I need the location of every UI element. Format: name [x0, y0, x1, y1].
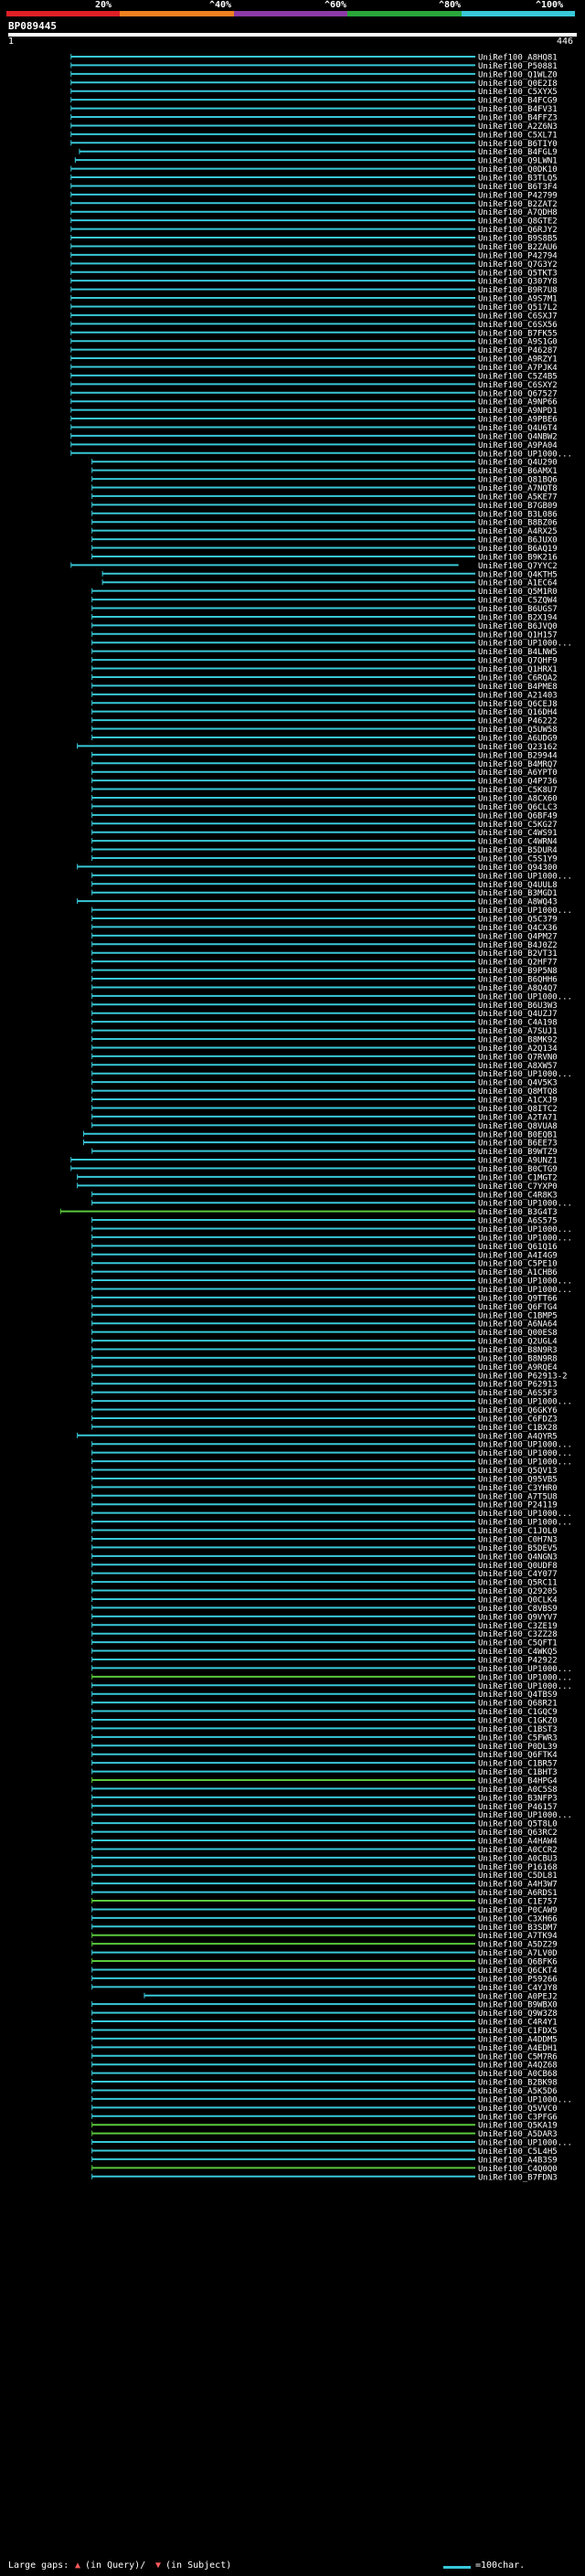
- legend-subject-gap-marker: ▼: [155, 2560, 162, 2571]
- alignment-plot: UniRef100_A8HQ81UniRef100_P50881UniRef10…: [59, 54, 572, 2182]
- legend-scale-swatch: [443, 2566, 471, 2569]
- legend-scale-label: =100char.: [475, 2560, 526, 2571]
- hit-label[interactable]: UniRef100_B7FDN3: [478, 2173, 558, 2182]
- legend: Large gaps: ▲ (in Query)/ ▼ (in Subject)…: [0, 2557, 585, 2575]
- legend-in-subject-label: (in Subject): [165, 2560, 232, 2571]
- legend-query-gap-marker: ▲: [75, 2560, 81, 2571]
- legend-large-gaps-label: Large gaps:: [8, 2560, 69, 2571]
- hit-row[interactable]: UniRef100_B7FDN3: [91, 2173, 558, 2182]
- legend-in-query-label: (in Query)/: [85, 2560, 146, 2571]
